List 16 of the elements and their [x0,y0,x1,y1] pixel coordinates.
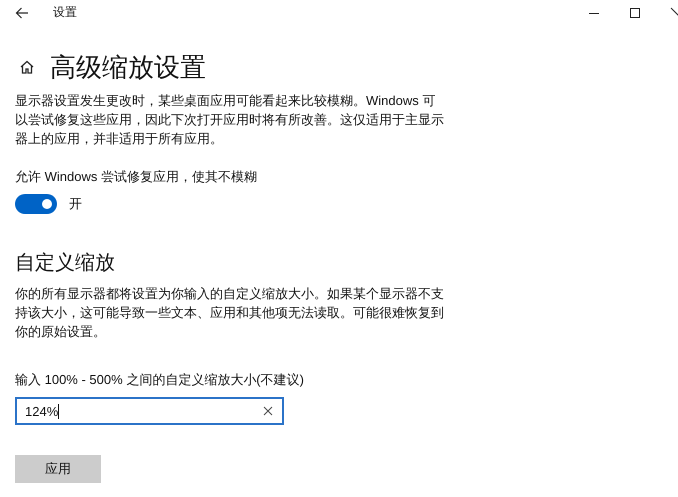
toggle-label: 允许 Windows 尝试修复应用，使其不模糊 [15,168,258,186]
window-title: 设置 [53,4,77,21]
clear-icon[interactable] [263,406,273,416]
scale-input-field[interactable]: 124% [15,397,284,425]
description-text: 显示器设置发生更改时，某些桌面应用可能看起来比较模糊。Windows 可以尝试修复这些应用，因此下次打开应用时将有所改善。这仅适用于主显示器上的应用，并非适用于所有应用。 [15,92,445,148]
page-title: 高级缩放设置 [50,51,206,83]
close-icon[interactable] [670,6,678,18]
description-text: 你的所有显示器都将设置为你输入的自定义缩放大小。如果某个显示器不支持该大小，这可能导致一些文本、应用和其他项无法读取。可能很难恢复到你的原始设置。 [15,285,445,341]
home-icon[interactable] [19,59,35,75]
maximize-icon[interactable] [629,6,641,18]
apply-button[interactable]: 应用 [15,455,101,483]
back-icon[interactable] [15,6,29,18]
section-heading: 自定义缩放 [15,251,116,276]
field-label: 输入 100% - 500% 之间的自定义缩放大小(不建议) [15,371,305,389]
toggle-state: 开 [69,195,82,213]
toggle-switch[interactable] [15,194,57,214]
